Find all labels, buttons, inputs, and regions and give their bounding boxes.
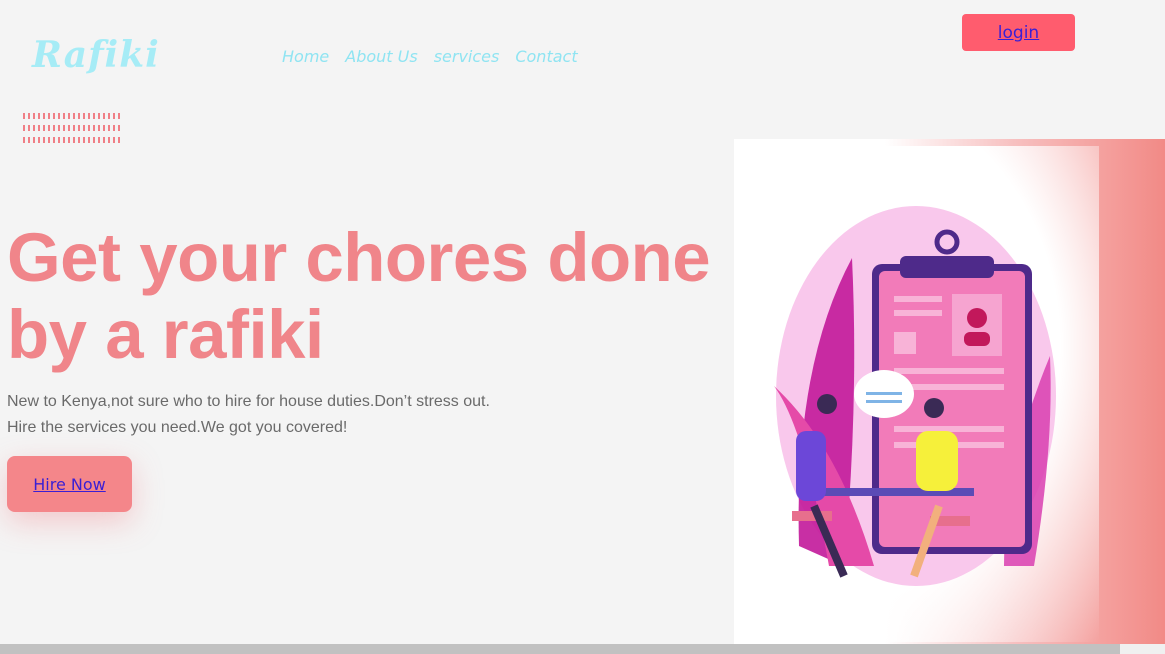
hero-headline: Get your chores done by a rafiki	[7, 219, 711, 373]
main-nav: Home About Us services Contact	[282, 47, 578, 66]
nav-contact[interactable]: Contact	[515, 47, 577, 66]
decorative-dot-pattern	[23, 113, 123, 149]
nav-about-us[interactable]: About Us	[345, 47, 417, 66]
hero-subtext: New to Kenya,not sure who to hire for ho…	[7, 389, 490, 441]
horizontal-scrollbar[interactable]	[0, 644, 1165, 654]
hire-now-button[interactable]: Hire Now	[7, 456, 132, 512]
login-button[interactable]: login	[962, 14, 1075, 51]
hero-illustration	[734, 146, 1099, 642]
brand-logo[interactable]: Rafiki	[32, 34, 160, 76]
subtext-line-2: Hire the services you need.We got you co…	[7, 419, 348, 436]
headline-line-2: by a rafiki	[7, 296, 324, 373]
hire-now-link[interactable]: Hire Now	[33, 475, 105, 494]
headline-line-1: Get your chores done	[7, 219, 711, 296]
interview-illustration-icon	[774, 206, 1056, 586]
scrollbar-thumb[interactable]	[0, 644, 1120, 654]
nav-services[interactable]: services	[434, 47, 500, 66]
nav-home[interactable]: Home	[282, 47, 329, 66]
login-link[interactable]: login	[998, 23, 1039, 43]
subtext-line-1: New to Kenya,not sure who to hire for ho…	[7, 393, 490, 410]
